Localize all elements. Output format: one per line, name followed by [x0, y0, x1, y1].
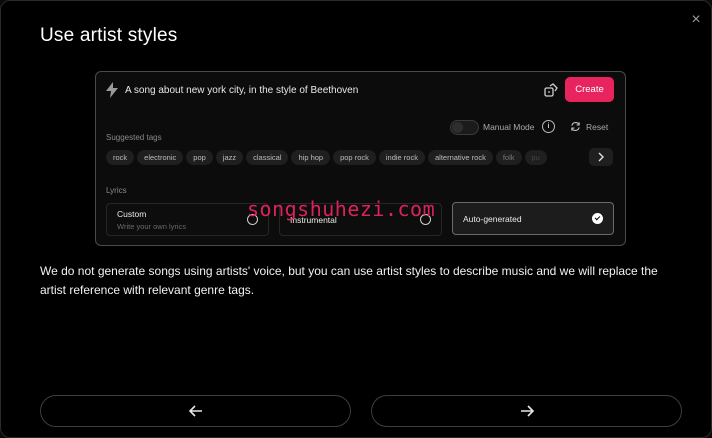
use-artist-styles-modal: × Use artist styles A song about new yor… — [0, 0, 712, 438]
tag-chip[interactable]: pop rock — [333, 150, 376, 165]
chevron-right-icon — [598, 152, 604, 162]
previous-button[interactable] — [40, 395, 351, 427]
lyrics-option-custom[interactable]: Custom Write your own lyrics — [106, 203, 269, 236]
suggested-tags-label: Suggested tags — [106, 133, 162, 142]
next-button[interactable] — [371, 395, 682, 427]
tag-chip[interactable]: jazz — [215, 150, 244, 165]
description-text: We do not generate songs using artists' … — [40, 264, 658, 297]
tag-chip[interactable]: rock — [106, 150, 135, 165]
tag-chip[interactable]: indie rock — [378, 150, 425, 165]
reset-button[interactable]: Reset — [586, 122, 608, 132]
option-title: Auto-generated — [463, 214, 522, 224]
tag-chip[interactable]: folk — [495, 150, 522, 165]
tags-scroll-button[interactable] — [589, 148, 613, 166]
dice-icon[interactable] — [543, 83, 559, 99]
close-icon[interactable]: × — [689, 12, 703, 28]
suggested-tags-row: rock electronic pop jazz classical hip hop pop… — [106, 150, 590, 166]
lyrics-label: Lyrics — [106, 186, 127, 195]
tag-chip[interactable]: classical — [246, 150, 289, 165]
tag-chip[interactable]: alternative rock — [427, 150, 493, 165]
create-button[interactable]: Create — [565, 77, 614, 102]
tag-chip[interactable]: pu — [524, 150, 547, 165]
manual-mode-toggle[interactable] — [450, 120, 479, 135]
arrow-left-icon — [188, 405, 202, 417]
tag-chip[interactable]: pop — [186, 150, 213, 165]
watermark: songshuhezi.com — [247, 197, 436, 221]
toggle-knob — [452, 122, 463, 133]
modal-title: Use artist styles — [40, 25, 178, 46]
tag-chip[interactable]: hip hop — [291, 150, 331, 165]
option-title: Custom — [117, 209, 147, 219]
option-subtitle: Write your own lyrics — [117, 222, 187, 231]
arrow-right-icon — [520, 405, 534, 417]
info-icon[interactable]: i — [542, 120, 555, 133]
refresh-icon[interactable] — [570, 121, 581, 132]
radio-button-checked[interactable] — [592, 213, 603, 224]
lyrics-option-auto-generated[interactable]: Auto-generated — [452, 202, 614, 235]
bolt-icon — [106, 82, 118, 98]
manual-mode-label: Manual Mode — [483, 122, 535, 132]
prompt-input[interactable]: A song about new york city, in the style… — [125, 85, 358, 96]
tag-chip[interactable]: electronic — [137, 150, 184, 165]
